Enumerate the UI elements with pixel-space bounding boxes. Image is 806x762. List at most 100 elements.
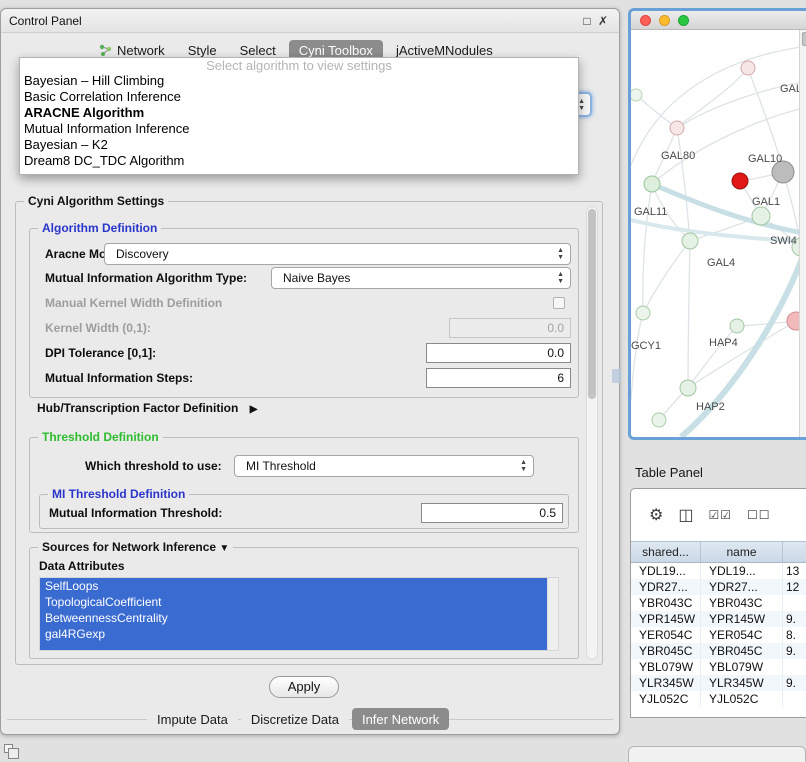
node[interactable]: [741, 61, 755, 75]
dpi-tolerance-label: DPI Tolerance [0,1]:: [45, 346, 156, 360]
table-row[interactable]: YER054C YER054C 8.: [631, 627, 806, 643]
zoom-traffic-light-icon[interactable]: [678, 15, 689, 26]
attribute-item[interactable]: TopologicalCoefficient: [40, 594, 547, 610]
cell: YBR043C: [631, 595, 701, 611]
node-label: GAL1: [752, 196, 780, 208]
table-row[interactable]: YJL052C YJL052C: [631, 691, 806, 707]
close-traffic-light-icon[interactable]: [640, 15, 651, 26]
apply-button[interactable]: Apply: [269, 676, 339, 698]
node[interactable]: [631, 89, 642, 101]
algorithm-option[interactable]: Bayesian – K2: [20, 137, 578, 153]
algorithm-option-selected[interactable]: ARACNE Algorithm: [20, 105, 578, 121]
tab-infer-label: Infer Network: [362, 712, 439, 727]
sources-toggle[interactable]: Sources for Network Inference ▼: [38, 540, 233, 554]
column-header-shared-name[interactable]: shared...: [631, 542, 701, 562]
collapsed-panel-edge: [628, 746, 806, 762]
float-window-icon[interactable]: □: [579, 14, 595, 28]
algorithm-placeholder-option[interactable]: Select algorithm to view settings: [20, 58, 578, 73]
table-row[interactable]: YDL19... YDL19... 13: [631, 563, 806, 579]
network-edges: [631, 45, 806, 420]
mi-threshold-definition-title: MI Threshold Definition: [48, 487, 189, 501]
combo-arrows-icon: [520, 459, 527, 473]
table-toolbar: ⚙ ◫ ☑☑ ☐☐: [631, 489, 806, 541]
columns-icon[interactable]: ◫: [678, 505, 693, 525]
network-view-window[interactable]: GAL7 GAL80 GAL10 GAL11 GAL1 SWI4 GAL4 GC…: [628, 8, 806, 440]
node-gal80[interactable]: [670, 121, 684, 135]
node-label: GAL10: [748, 153, 782, 165]
mi-steps-field[interactable]: [426, 368, 571, 388]
window-title: Control Panel: [9, 14, 579, 28]
mi-algorithm-type-dropdown[interactable]: Naive Bayes: [271, 267, 571, 289]
cell: [783, 691, 806, 707]
expand-down-icon: ▼: [219, 543, 229, 554]
table-row[interactable]: YBL079W YBL079W: [631, 659, 806, 675]
table-row[interactable]: YPR145W YPR145W 9.: [631, 611, 806, 627]
data-attributes-label: Data Attributes: [39, 559, 125, 573]
kernel-width-field[interactable]: [449, 318, 571, 338]
attribute-item[interactable]: BetweennessCentrality: [40, 610, 547, 626]
node[interactable]: [652, 413, 666, 427]
combo-arrows-icon: [557, 271, 564, 285]
mi-threshold-field[interactable]: [421, 503, 563, 523]
node-gal4[interactable]: [682, 233, 698, 249]
docked-window-icon[interactable]: [4, 744, 13, 753]
mi-threshold-label: Mutual Information Threshold:: [49, 506, 222, 520]
algorithm-dropdown-popup: Select algorithm to view settings Bayesi…: [19, 57, 579, 175]
aracne-mode-value: Discovery: [116, 247, 169, 261]
network-canvas[interactable]: GAL7 GAL80 GAL10 GAL11 GAL1 SWI4 GAL4 GC…: [631, 30, 806, 437]
algorithm-option[interactable]: Dream8 DC_TDC Algorithm: [20, 153, 578, 169]
which-threshold-value: MI Threshold: [246, 459, 316, 473]
cell: YER054C: [701, 627, 783, 643]
node-label: HAP4: [709, 337, 738, 349]
settings-scrollbar[interactable]: [586, 206, 598, 660]
algorithm-option[interactable]: Basic Correlation Inference: [20, 89, 578, 105]
attribute-item[interactable]: gal4RGexp: [40, 626, 547, 642]
splitter-handle[interactable]: [612, 369, 621, 383]
node[interactable]: [730, 319, 744, 333]
table-row[interactable]: YLR345W YLR345W 9.: [631, 675, 806, 691]
table-row[interactable]: YBR043C YBR043C: [631, 595, 806, 611]
select-all-icon[interactable]: ☑☑: [708, 508, 732, 522]
node-gal11[interactable]: [644, 176, 660, 192]
minimize-traffic-light-icon[interactable]: [659, 15, 670, 26]
column-header-name[interactable]: name: [701, 542, 783, 562]
table-row[interactable]: YDR27... YDR27... 12: [631, 579, 806, 595]
table-header-row: shared... name: [631, 541, 806, 563]
dpi-tolerance-field[interactable]: [426, 343, 571, 363]
attribute-item[interactable]: SelfLoops: [40, 578, 547, 594]
aracne-mode-dropdown[interactable]: Discovery: [104, 243, 571, 265]
close-icon[interactable]: ✗: [595, 14, 611, 28]
node-label: GAL4: [707, 257, 735, 269]
tab-infer-network[interactable]: Infer Network: [352, 708, 449, 730]
node-gal1[interactable]: [752, 207, 770, 225]
table-row[interactable]: YBR045C YBR045C 9.: [631, 643, 806, 659]
tab-impute-label: Impute Data: [157, 712, 228, 727]
which-threshold-dropdown[interactable]: MI Threshold: [234, 455, 534, 477]
manual-kernel-width-checkbox[interactable]: [553, 297, 565, 309]
network-scrollbar-thumb[interactable]: [802, 32, 806, 46]
algorithm-option[interactable]: Bayesian – Hill Climbing: [20, 73, 578, 89]
cell: YPR145W: [631, 611, 701, 627]
attributes-scrollbar[interactable]: [547, 578, 558, 650]
attribute-item-partial[interactable]: [40, 642, 547, 651]
tab-impute-data[interactable]: Impute Data: [147, 708, 238, 730]
cell: YBL079W: [631, 659, 701, 675]
table-body: YDL19... YDL19... 13 YDR27... YDR27... 1…: [631, 563, 806, 717]
node-selected-red[interactable]: [732, 173, 748, 189]
node-gcy1[interactable]: [636, 306, 650, 320]
tab-jactivemodules-label: jActiveMNodules: [396, 43, 493, 58]
mi-algorithm-type-label: Mutual Information Algorithm Type:: [45, 271, 247, 285]
tab-discretize-data[interactable]: Discretize Data: [241, 708, 349, 730]
which-threshold-label: Which threshold to use:: [85, 459, 222, 473]
settings-scrollbar-thumb[interactable]: [588, 209, 596, 399]
hub-definition-toggle[interactable]: Hub/Transcription Factor Definition ▶: [37, 401, 257, 415]
node-hap2[interactable]: [680, 380, 696, 396]
algorithm-option[interactable]: Mutual Information Inference: [20, 121, 578, 137]
cell: YDL19...: [701, 563, 783, 579]
deselect-all-icon[interactable]: ☐☐: [747, 508, 771, 522]
control-panel-titlebar: Control Panel □ ✗: [1, 9, 619, 33]
mi-steps-label: Mutual Information Steps:: [45, 371, 193, 385]
network-scrollbar[interactable]: [799, 30, 806, 437]
gear-icon[interactable]: ⚙: [649, 505, 663, 525]
column-header-partial[interactable]: [783, 542, 806, 562]
